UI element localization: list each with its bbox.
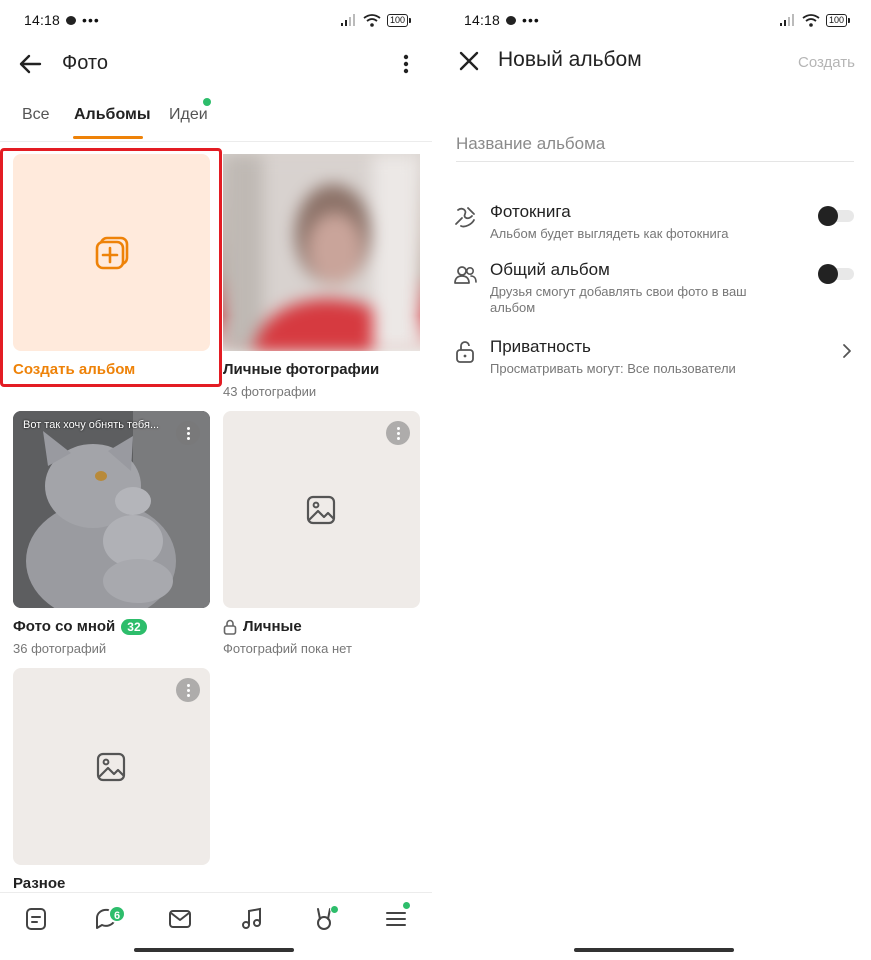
album-cover-blurred-photo[interactable] xyxy=(223,154,420,351)
page-title: Новый альбом xyxy=(498,48,642,71)
tab-bar: Все Альбомы Идеи xyxy=(0,96,432,142)
tab-albums[interactable]: Альбомы xyxy=(74,106,151,124)
home-indicator[interactable] xyxy=(134,948,294,952)
album-options-icon[interactable] xyxy=(176,421,200,445)
blurred-portrait-icon xyxy=(223,154,420,351)
album-cover-empty[interactable] xyxy=(223,411,420,608)
tab-ideas[interactable]: Идеи xyxy=(169,106,208,124)
album-card-misc[interactable]: Разное xyxy=(13,668,210,892)
new-photos-badge: 32 xyxy=(121,618,147,635)
album-options-icon[interactable] xyxy=(386,421,410,445)
tab-all[interactable]: Все xyxy=(22,106,50,124)
image-placeholder-icon xyxy=(96,752,126,782)
people-icon xyxy=(454,266,477,284)
menu-new-dot xyxy=(402,901,411,910)
album-cover-cat-photo[interactable]: Вот так хочу обнять тебя... xyxy=(13,411,210,608)
games-new-dot xyxy=(330,905,339,914)
more-notifications-icon: ••• xyxy=(82,12,100,28)
option-description: Просматривать могут: Все пользователи xyxy=(490,361,736,376)
album-name: Фото со мной xyxy=(13,618,116,635)
status-bar: 14:18 ••• 100 xyxy=(464,8,851,32)
album-count: 36 фотографий xyxy=(13,641,107,656)
album-name-input[interactable] xyxy=(456,126,854,162)
battery-icon: 100 xyxy=(825,13,851,27)
option-privacy[interactable]: Приватность Просматривать могут: Все пол… xyxy=(452,337,852,381)
message-notification-icon xyxy=(506,15,517,25)
page-title: Фото xyxy=(62,52,108,74)
photos-screen: 14:18 ••• 100 Фото Все Альбомы Идеи Созд… xyxy=(0,0,432,960)
lock-icon xyxy=(223,619,237,635)
album-name: Личные фотографии xyxy=(223,361,380,378)
option-description: Альбом будет выглядеть как фотокнига xyxy=(490,226,729,241)
option-label: Приватность xyxy=(490,337,591,356)
battery-icon: 100 xyxy=(386,13,412,27)
album-count: 43 фотографии xyxy=(223,384,317,399)
top-app-bar: Фото xyxy=(0,44,432,84)
album-name: Личные xyxy=(243,618,302,635)
chevron-right-icon[interactable] xyxy=(840,343,854,359)
unlock-icon xyxy=(456,341,474,363)
new-album-screen: 14:18 ••• 100 Новый альбом Создать Фоток… xyxy=(440,0,871,960)
feed-icon[interactable] xyxy=(22,905,50,933)
option-label: Фотокнига xyxy=(490,202,571,221)
signal-icon xyxy=(340,14,355,26)
photobook-icon xyxy=(455,207,475,228)
home-indicator[interactable] xyxy=(574,948,734,952)
album-card-photos-with-me[interactable]: Вот так хочу обнять тебя... Фото со мной… xyxy=(13,411,210,656)
bottom-navigation: 6 xyxy=(0,892,432,960)
wifi-icon xyxy=(802,13,820,27)
photobook-toggle[interactable] xyxy=(818,206,854,226)
option-photobook[interactable]: Фотокнига Альбом будет выглядеть как фот… xyxy=(452,202,854,246)
wifi-icon xyxy=(363,13,381,27)
option-shared-album[interactable]: Общий альбом Друзья смогут добавлять сво… xyxy=(452,260,854,318)
mail-icon[interactable] xyxy=(166,905,194,933)
album-name-row: Личные xyxy=(223,618,420,635)
option-label: Общий альбом xyxy=(490,260,610,279)
image-placeholder-icon xyxy=(306,495,336,525)
highlight-box xyxy=(0,148,222,387)
cover-caption: Вот так хочу обнять тебя... xyxy=(23,419,160,431)
status-time: 14:18 xyxy=(24,12,61,28)
shared-album-toggle[interactable] xyxy=(818,264,854,284)
status-time: 14:18 xyxy=(464,12,501,28)
create-button[interactable]: Создать xyxy=(798,54,855,71)
album-name: Разное xyxy=(13,875,66,892)
more-vertical-icon[interactable] xyxy=(394,50,418,78)
album-cover-empty[interactable] xyxy=(13,668,210,865)
signal-icon xyxy=(779,14,794,26)
active-tab-indicator xyxy=(73,136,143,139)
album-name-row: Фото со мной 32 xyxy=(13,618,210,635)
more-notifications-icon: ••• xyxy=(522,12,540,28)
message-notification-icon xyxy=(66,15,77,25)
chat-unread-badge: 6 xyxy=(108,905,126,923)
back-arrow-icon[interactable] xyxy=(16,50,44,78)
option-description: Друзья смогут добавлять свои фото в ваш … xyxy=(490,284,747,315)
album-card-personal-photos[interactable]: Личные фотографии 43 фотографии xyxy=(223,154,420,399)
ideas-new-dot xyxy=(203,98,211,106)
album-count: Фотографий пока нет xyxy=(223,641,352,656)
album-card-personal[interactable]: Личные Фотографий пока нет xyxy=(223,411,420,656)
album-options-icon[interactable] xyxy=(176,678,200,702)
close-icon[interactable] xyxy=(456,48,482,74)
status-bar: 14:18 ••• 100 xyxy=(24,8,412,32)
music-icon[interactable] xyxy=(238,905,266,933)
screen-divider xyxy=(432,0,440,960)
